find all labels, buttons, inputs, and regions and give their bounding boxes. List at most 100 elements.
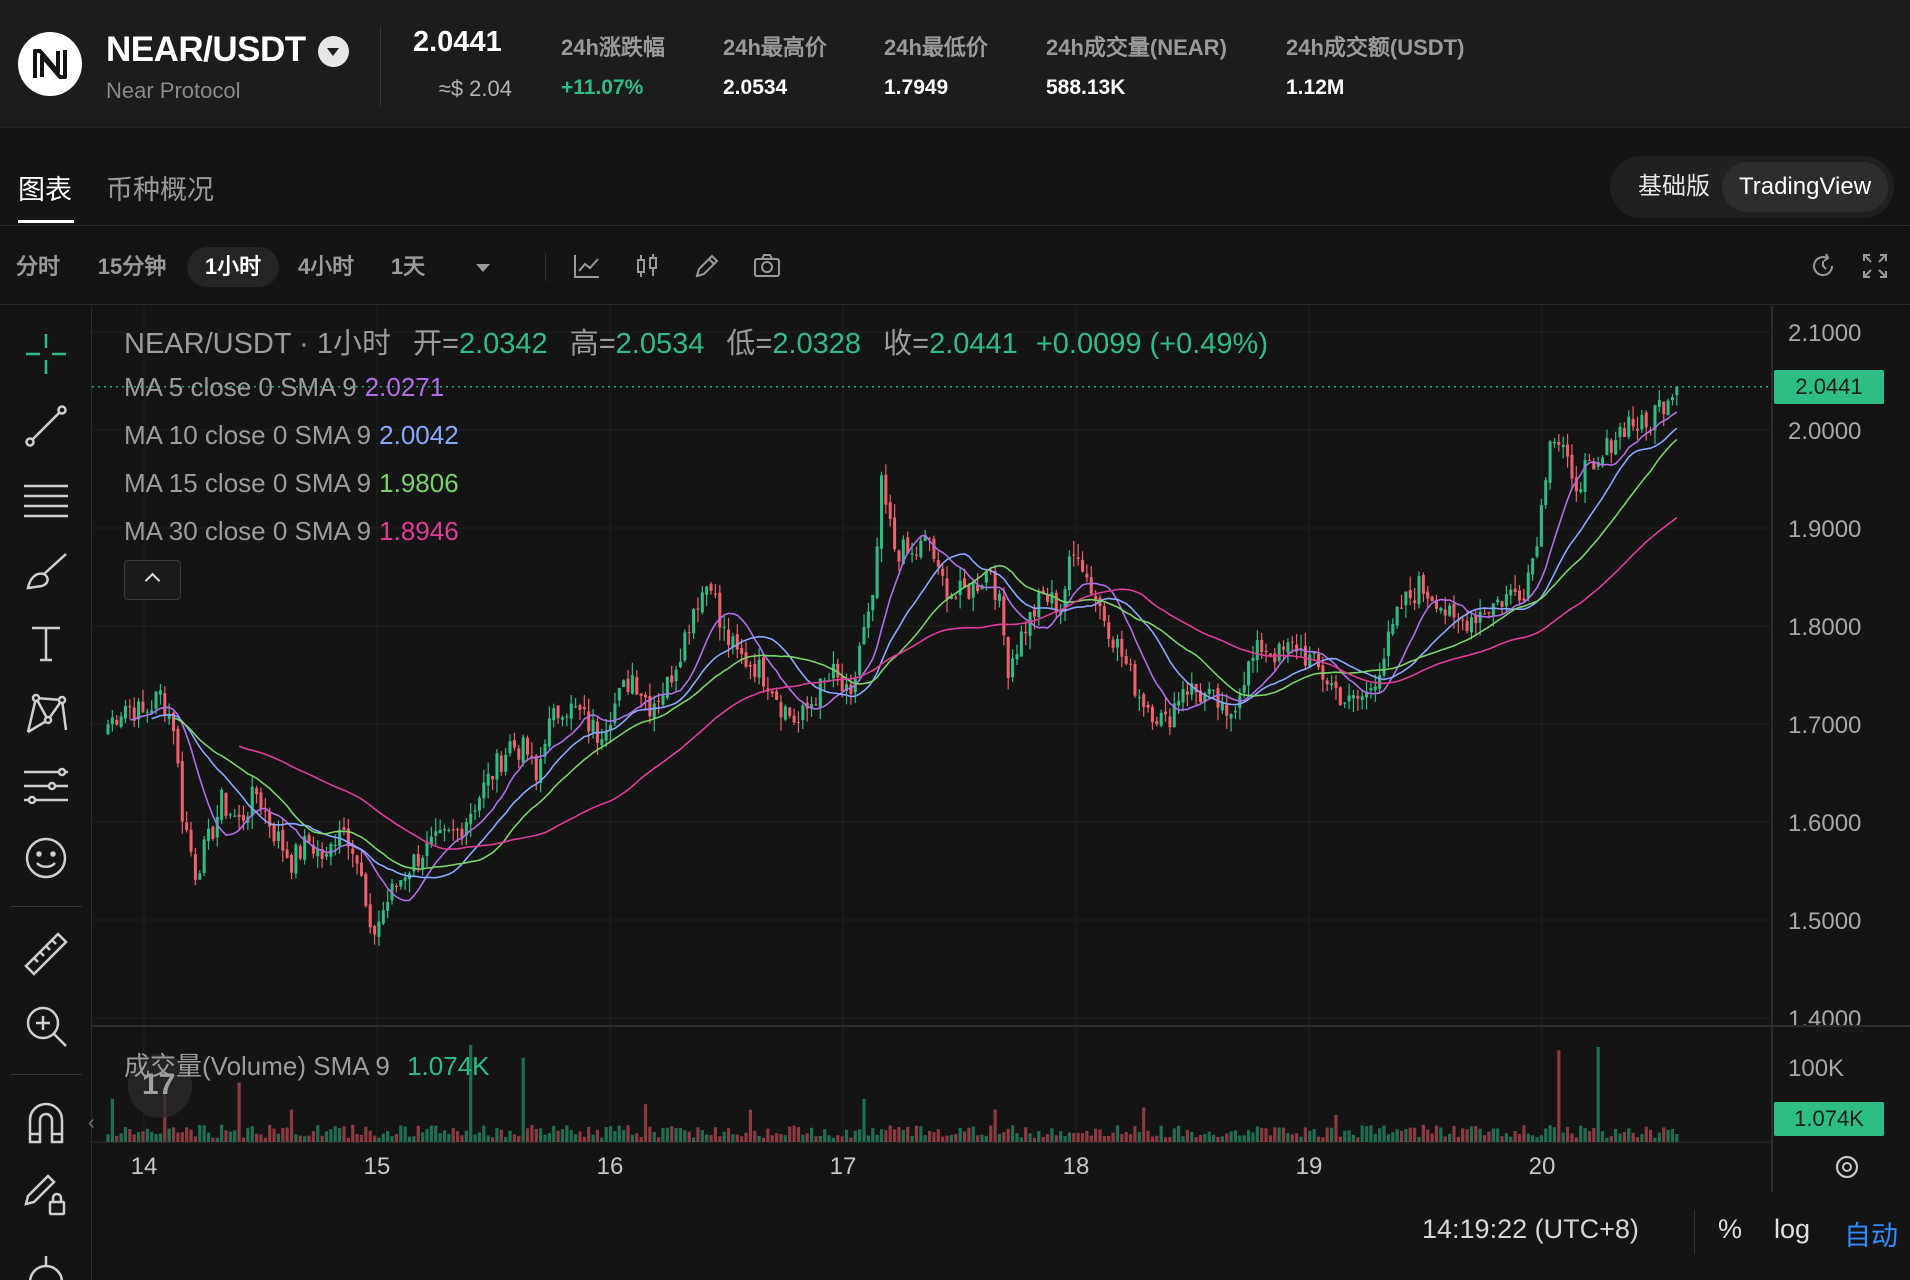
volume-bar <box>482 1125 486 1142</box>
magnet-icon[interactable] <box>22 1098 70 1146</box>
tab-coin-overview[interactable]: 币种概况 <box>106 168 214 207</box>
candle-body <box>259 792 263 810</box>
auto-scale-button[interactable]: 自动 <box>1844 1214 1898 1253</box>
timeframe-1h[interactable]: 1小时 <box>187 247 279 287</box>
pattern-tool-icon[interactable] <box>22 690 70 738</box>
drawing-tools <box>0 306 92 1280</box>
timeframe-4h[interactable]: 4小时 <box>280 247 372 287</box>
ma5-value: 2.0271 <box>364 372 445 402</box>
brush-icon[interactable] <box>22 546 70 594</box>
volume-bar <box>456 1131 460 1142</box>
volume-legend[interactable]: 成交量(Volume) SMA 9 1.074K <box>124 1046 490 1083</box>
volume-bar <box>1172 1128 1176 1142</box>
volume-bar <box>906 1126 910 1142</box>
candle-body <box>145 711 149 713</box>
layers-icon[interactable] <box>22 1242 70 1280</box>
candle-body <box>709 584 713 591</box>
volume-bar <box>604 1127 608 1142</box>
ma10-legend[interactable]: MA 10 close 0 SMA 9 2.0042 <box>124 420 459 451</box>
tradingview-button[interactable]: TradingView <box>1722 162 1888 212</box>
candle-body <box>591 719 595 733</box>
legend-collapse-button[interactable] <box>124 560 181 600</box>
indicator-chart-icon[interactable] <box>572 251 602 281</box>
candle-body <box>1400 607 1404 609</box>
candle-body <box>1487 612 1491 614</box>
volume-bar <box>412 1136 416 1142</box>
volume-bar <box>1185 1129 1189 1142</box>
candle-body <box>521 737 525 763</box>
volume-bar <box>1517 1133 1522 1142</box>
draw-pen-icon[interactable] <box>692 251 722 281</box>
timeframe-more-icon[interactable] <box>468 253 498 283</box>
ma5-label: MA 5 close 0 SMA 9 <box>124 372 357 402</box>
candle-body <box>1347 695 1351 702</box>
candle-style-icon[interactable] <box>632 251 662 281</box>
candle-body <box>1426 591 1430 599</box>
volume-bar <box>1443 1136 1447 1142</box>
timeframe-realtime[interactable]: 分时 <box>6 247 70 287</box>
volume-bar <box>639 1137 643 1142</box>
candle-body <box>888 502 892 519</box>
volume-bar <box>1251 1132 1255 1142</box>
log-scale-button[interactable]: log <box>1774 1214 1810 1245</box>
pair-dropdown-icon[interactable] <box>318 36 349 67</box>
volume-bar <box>1142 1107 1146 1142</box>
ohlc-legend: NEAR/USDT · 1小时 开=2.0342 高=2.0534 低=2.03… <box>124 320 1268 362</box>
timeframe-15m[interactable]: 15分钟 <box>86 247 178 287</box>
volume-bar <box>914 1125 919 1142</box>
fullscreen-icon[interactable] <box>1860 251 1890 281</box>
chart-clock[interactable]: 14:19:22 (UTC+8) <box>1422 1214 1639 1245</box>
volume-bar <box>1198 1134 1203 1142</box>
tab-chart[interactable]: 图表 <box>18 168 72 207</box>
crosshair-icon[interactable] <box>22 330 70 378</box>
ma15-legend[interactable]: MA 15 close 0 SMA 9 1.9806 <box>124 468 459 499</box>
trend-line-icon[interactable] <box>22 402 70 450</box>
volume-bar <box>862 1098 866 1142</box>
volume-bar <box>875 1134 879 1142</box>
candle-body <box>185 822 189 831</box>
volume-bar <box>853 1130 857 1142</box>
volume-bar <box>657 1137 661 1142</box>
candle-body <box>879 475 883 549</box>
percent-scale-button[interactable]: % <box>1718 1214 1742 1245</box>
candle-body <box>342 827 346 830</box>
horizontal-lines-icon[interactable] <box>22 474 70 522</box>
candle-body <box>429 836 433 844</box>
candle-body <box>1268 653 1272 656</box>
text-tool-icon[interactable] <box>22 618 70 666</box>
emoji-icon[interactable] <box>22 834 70 882</box>
candle-body <box>477 797 481 811</box>
volume-bar <box>473 1134 477 1142</box>
forecast-tool-icon[interactable] <box>22 762 70 810</box>
candle-body <box>1072 554 1076 556</box>
candle-body <box>753 664 757 677</box>
timeframe-1d[interactable]: 1天 <box>376 247 440 287</box>
basic-version-button[interactable]: 基础版 <box>1620 162 1728 212</box>
camera-icon[interactable] <box>752 251 782 281</box>
candle-body <box>1465 620 1469 631</box>
chart-area[interactable]: 2.1000 2.0000 1.9000 1.8000 1.7000 1.6000 1.50… <box>92 306 1910 1206</box>
volume-bar <box>980 1134 984 1142</box>
volume-bar <box>1596 1046 1600 1142</box>
candle-body <box>438 829 442 834</box>
candle-body <box>941 568 945 576</box>
ma30-legend[interactable]: MA 30 close 0 SMA 9 1.8946 <box>124 516 459 547</box>
refresh-icon[interactable] <box>1808 251 1838 281</box>
candle-body <box>359 862 363 876</box>
volume-bar <box>945 1135 949 1142</box>
volume-bar <box>1378 1128 1382 1142</box>
volume-bar <box>1124 1131 1128 1142</box>
lock-drawing-icon[interactable] <box>22 1170 70 1218</box>
volume-bar <box>1421 1124 1425 1142</box>
volume-bar <box>687 1131 691 1142</box>
volume-bar <box>792 1125 796 1142</box>
toolbar-divider <box>545 253 546 281</box>
ma5-legend[interactable]: MA 5 close 0 SMA 9 2.0271 <box>124 372 444 403</box>
near-logo-icon <box>18 32 82 96</box>
volume-bar <box>394 1134 399 1142</box>
pair-name[interactable]: NEAR/USDT <box>106 30 306 70</box>
ruler-icon[interactable] <box>22 930 70 978</box>
volume-bar <box>823 1129 827 1142</box>
zoom-in-icon[interactable] <box>22 1002 70 1050</box>
volume-bar <box>1295 1133 1299 1142</box>
